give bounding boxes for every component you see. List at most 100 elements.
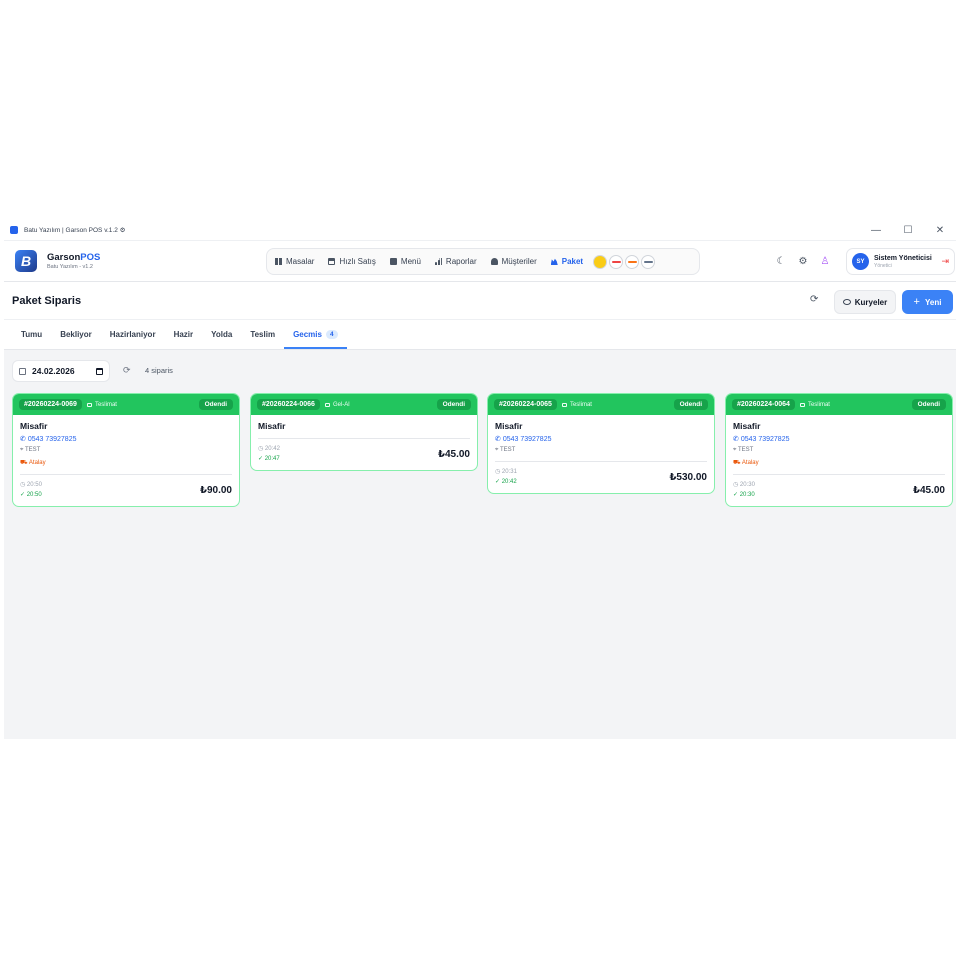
trendyol-logo-icon[interactable] [609,254,624,269]
customer-phone[interactable]: ✆ 0543 73927825 [20,435,232,443]
user-menu[interactable]: SY Sistem Yöneticisi Yönetici ⇥ [846,248,955,275]
moon-icon[interactable]: ☾ [774,254,788,268]
filter-bar: 24.02.2026 ⟳ 4 siparis [4,360,956,384]
check-icon: ✓ [20,492,26,498]
divider [258,438,470,439]
chart-icon [434,258,442,265]
platform-logos [593,254,657,269]
check-icon: ✓ [733,492,739,498]
logout-icon[interactable]: ⇥ [941,256,949,267]
maximize-button[interactable]: ☐ [892,220,924,240]
brand-subtitle: Batu Yazılım - v1.2 [47,264,93,270]
bike-icon [842,299,851,305]
pin-icon: ⌖ [20,447,24,453]
brand[interactable]: B GarsonPOS Batu Yazılım - v1.2 [15,250,100,272]
order-card-body: Misafir ✆ 0543 73927825 ⌖ TEST ⛟ Atalay … [726,415,952,506]
status-tabs: Tumu Bekliyor Hazirlaniyor Hazir Yolda T… [4,320,956,350]
divider [20,474,232,475]
migros-logo-icon[interactable] [641,254,656,269]
page-title: Paket Siparis [12,295,82,307]
tab-teslim[interactable]: Teslim [241,330,284,349]
avatar: SY [852,253,869,270]
customer-name: Misafir [733,421,761,431]
status-badge: Odendi [436,399,471,410]
user-name: Sistem Yöneticisi [874,254,932,262]
clock-icon: ◷ [258,446,264,452]
header-icons: ☾ ⚙ ♙ [774,254,840,268]
date-value: 24.02.2026 [32,366,75,376]
order-card[interactable]: #20260224-0066 Gel-Al Odendi Misafir ◷ 2… [250,393,478,471]
customer-address: ⌖ TEST [20,447,41,453]
brand-text: GarsonPOS Batu Yazılım - v1.2 [47,252,100,270]
close-button[interactable]: ✕ [924,220,956,240]
order-card-footer: ◷ 20:50 ✓ 20:50 ₺90.00 [20,480,232,500]
courier-icon: ⛟ [733,460,741,466]
new-order-button[interactable]: + Yeni [902,290,953,314]
order-card-header: #20260224-0065 Teslimat Odendi [488,394,714,415]
plus-icon: + [913,296,920,308]
customer-name: Misafir [495,421,523,431]
order-card-header: #20260224-0069 Teslimat Odendi [13,394,239,415]
order-card[interactable]: #20260224-0064 Teslimat Odendi Misafir ✆… [725,393,953,507]
filter-refresh-icon[interactable]: ⟳ [123,365,131,376]
order-type: Teslimat [799,402,830,408]
nav-item-hizli-satis[interactable]: Hızlı Satış [328,257,376,266]
customer-phone[interactable]: ✆ 0543 73927825 [733,435,945,443]
tab-gecmis[interactable]: Gecmis 4 [284,330,347,349]
nav-item-musteriler[interactable]: Müşteriler [490,257,537,266]
refresh-icon[interactable]: ⟳ [810,294,818,305]
order-card-footer: ◷ 20:30 ✓ 20:30 ₺45.00 [733,480,945,500]
kuryeler-button[interactable]: Kuryeler [834,290,896,314]
pin-icon: ⌖ [495,447,499,453]
tab-hazir[interactable]: Hazir [165,330,203,349]
book-icon [389,258,397,265]
order-card[interactable]: #20260224-0069 Teslimat Odendi Misafir ✆… [12,393,240,507]
brand-name: GarsonPOS [47,252,101,263]
truck-icon [561,402,567,407]
nav-item-menu[interactable]: Menü [389,257,421,266]
getir-logo-icon[interactable] [625,254,640,269]
basket-icon [328,258,336,265]
order-number: #20260224-0065 [494,399,557,410]
nav-item-paket[interactable]: Paket [550,257,583,266]
title-bar: Batu Yazılım | Garson POS v.1.2 ⚙ — ☐ ✕ [4,220,956,240]
order-type: Gel-Al [324,402,350,408]
order-count: 4 siparis [145,366,173,375]
pin-icon: ⌖ [733,447,737,453]
gear-icon[interactable]: ⚙ [796,254,810,268]
courier-icon: ⛟ [20,460,28,466]
users-icon [490,258,498,265]
nav-item-masalar[interactable]: Masalar [275,257,314,266]
tab-tumu[interactable]: Tumu [12,330,51,349]
phone-icon: ✆ [495,436,501,443]
divider [495,461,707,462]
clock-icon: ◷ [20,482,26,488]
status-badge: Odendi [911,399,946,410]
status-badge: Odendi [673,399,708,410]
order-card-body: Misafir ◷ 20:42 ✓ 20:47 ₺45.00 [251,415,477,470]
courier-name: ⛟ Atalay [20,460,46,466]
truck-icon [799,402,805,407]
customer-phone[interactable]: ✆ 0543 73927825 [495,435,707,443]
calendar-icon [19,367,26,375]
clock-icon: ◷ [495,469,501,475]
yemeksepeti-logo-icon[interactable] [593,254,608,269]
tab-yolda[interactable]: Yolda [202,330,241,349]
nav-item-raporlar[interactable]: Raporlar [434,257,477,266]
grid-icon [275,258,282,265]
tab-hazirlaniyor[interactable]: Hazirlaniyor [101,330,165,349]
order-card-header: #20260224-0064 Teslimat Odendi [726,394,952,415]
app-header: B GarsonPOS Batu Yazılım - v1.2 Masalar … [4,240,956,282]
order-amount: ₺530.00 [669,472,707,483]
tab-bekliyor[interactable]: Bekliyor [51,330,101,349]
date-picker[interactable]: 24.02.2026 [12,360,110,382]
order-card-footer: ◷ 20:42 ✓ 20:47 ₺45.00 [258,444,470,464]
order-card[interactable]: #20260224-0065 Teslimat Odendi Misafir ✆… [487,393,715,494]
minimize-button[interactable]: — [860,220,892,240]
order-number: #20260224-0064 [732,399,795,410]
calendar-picker-icon[interactable] [96,367,103,375]
order-card-header: #20260224-0066 Gel-Al Odendi [251,394,477,415]
user-info: Sistem Yöneticisi Yönetici [874,255,932,269]
people-icon[interactable]: ♙ [818,254,832,268]
order-number: #20260224-0069 [19,399,82,410]
